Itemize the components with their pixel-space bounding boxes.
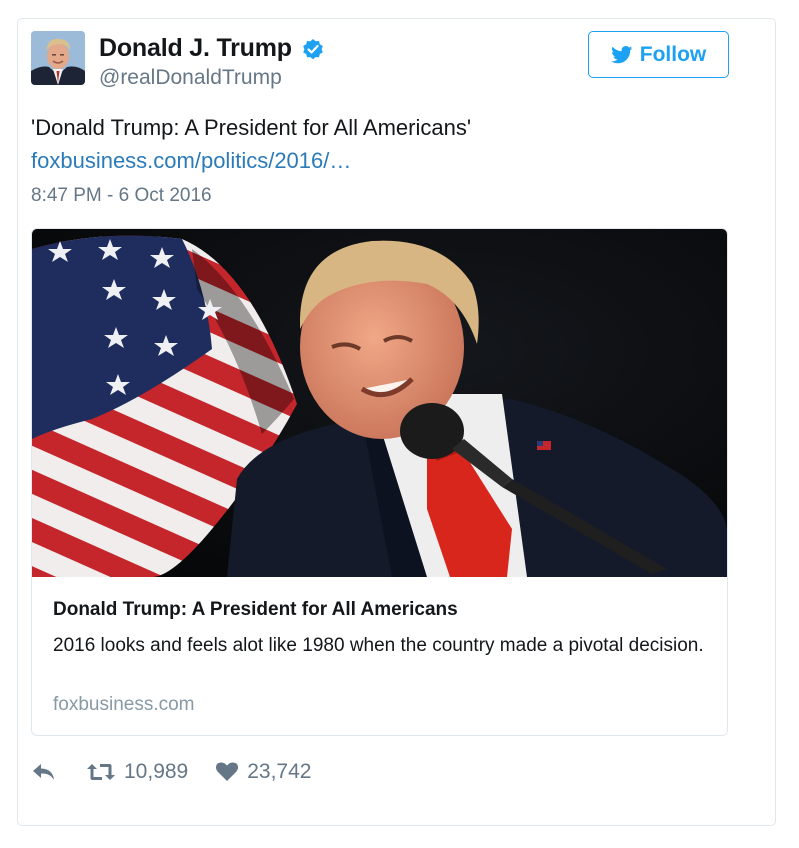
follow-button-label: Follow — [639, 42, 707, 66]
reply-icon — [33, 764, 54, 780]
tweet-actions: 10,989 23,742 — [31, 760, 311, 784]
like-button[interactable]: 23,742 — [216, 760, 311, 784]
follow-button[interactable]: Follow — [588, 31, 729, 78]
link-card-domain: foxbusiness.com — [53, 694, 195, 715]
author-name[interactable]: Donald J. Trump — [99, 34, 292, 63]
author-handle[interactable]: @realDonaldTrump — [99, 66, 282, 90]
tweet-text: 'Donald Trump: A President for All Ameri… — [31, 115, 472, 140]
verified-badge-icon — [303, 38, 323, 59]
author-row: Donald J. Trump — [99, 34, 325, 63]
article-photo — [32, 229, 727, 577]
reply-button[interactable] — [31, 762, 57, 782]
like-count: 23,742 — [247, 760, 312, 783]
retweet-count: 10,989 — [124, 760, 189, 783]
link-preview-card[interactable]: Donald Trump: A President for All Americ… — [31, 228, 728, 736]
heart-icon — [216, 762, 239, 781]
link-card-description: 2016 looks and feels alot like 1980 when… — [53, 635, 704, 656]
retweet-icon — [87, 764, 115, 780]
avatar[interactable] — [31, 31, 85, 85]
tweet-link[interactable]: foxbusiness.com/politics/2016/… — [31, 148, 351, 174]
link-card-title: Donald Trump: A President for All Americ… — [53, 599, 458, 620]
profile-photo-icon — [31, 31, 85, 85]
twitter-bird-icon — [610, 45, 633, 63]
tweet-timestamp[interactable]: 8:47 PM - 6 Oct 2016 — [31, 185, 212, 207]
retweet-button[interactable]: 10,989 — [87, 760, 188, 784]
